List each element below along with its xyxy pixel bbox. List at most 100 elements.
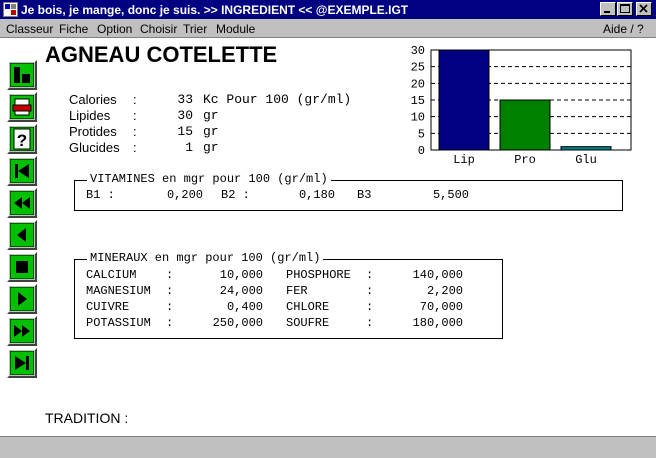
mineral-value: 180,000 [412, 316, 463, 330]
y-tick-label: 15 [411, 94, 425, 108]
x-tick-label: Lip [453, 153, 475, 167]
y-tick-label: 10 [411, 111, 425, 125]
ingredient-name: AGNEAU COTELETTE [45, 42, 278, 67]
next-button[interactable] [7, 284, 37, 314]
mineral-separator: : [166, 284, 174, 298]
vitamin-label: B3 [357, 188, 372, 202]
nutrient-value: 1 [185, 140, 193, 155]
skip-first-icon [10, 159, 34, 183]
chart-view-button[interactable] [7, 60, 37, 90]
minerals-group: MINERAUX en mgr pour 100 (gr/ml) CALCIUM… [74, 251, 503, 339]
bar [560, 146, 612, 151]
nutrient-label: Protides [69, 124, 117, 139]
menu-choisir[interactable]: Choisir [140, 22, 177, 36]
vitamin-label: B2 : [221, 188, 250, 202]
rewind-icon [10, 191, 34, 215]
mineral-value: 0,400 [226, 300, 263, 314]
mineral-value: 250,000 [212, 316, 263, 330]
mineral-separator: : [366, 300, 374, 314]
print-button[interactable] [7, 92, 37, 122]
close-button[interactable] [636, 2, 652, 16]
vitamins-group: VITAMINES en mgr pour 100 (gr/ml) B1 : 0… [74, 172, 623, 211]
vitamin-value: 0,200 [166, 188, 203, 202]
nutrient-separator: : [133, 108, 137, 123]
nutrient-unit: gr [203, 108, 219, 123]
app-icon[interactable] [3, 2, 18, 17]
mineral-separator: : [166, 268, 174, 282]
bar [438, 49, 490, 151]
macronutrient-chart: 0 5 10 15 20 25 30 Lip Pro Glu [411, 44, 632, 167]
mineral-name: PHOSPHORE [286, 268, 351, 282]
menu-trier[interactable]: Trier [183, 22, 207, 36]
menu-fiche[interactable]: Fiche [59, 22, 88, 36]
help-button[interactable]: ? [7, 124, 37, 154]
mineral-separator: : [366, 284, 374, 298]
status-bar [0, 436, 656, 458]
nutrient-separator: : [133, 140, 137, 155]
previous-button[interactable] [7, 220, 37, 250]
y-tick-label: 5 [418, 127, 425, 141]
nutrient-value: 15 [177, 124, 193, 139]
nutrient-label: Lipides [69, 108, 111, 123]
y-tick-label: 25 [411, 61, 425, 75]
mineral-value: 24,000 [219, 284, 263, 298]
mineral-separator: : [166, 316, 174, 330]
skip-last-icon [10, 351, 34, 375]
mineral-name: CUIVRE [86, 300, 130, 314]
menu-module[interactable]: Module [216, 22, 255, 36]
nutrient-label: Calories [69, 92, 117, 107]
mineral-separator: : [366, 268, 374, 282]
x-tick-label: Pro [514, 153, 536, 167]
x-tick-label: Glu [575, 153, 597, 167]
last-record-button[interactable] [7, 348, 37, 378]
fast-rewind-button[interactable] [7, 188, 37, 218]
stop-icon [10, 255, 34, 279]
mineral-value: 140,000 [412, 268, 463, 282]
previous-icon [10, 223, 34, 247]
bar-chart-icon [10, 63, 34, 87]
next-icon [10, 287, 34, 311]
mineral-value: 2,200 [426, 284, 463, 298]
vitamin-label: B1 : [86, 188, 115, 202]
nutrient-unit: gr [203, 124, 219, 139]
mineral-name: SOUFRE [286, 316, 330, 330]
fast-forward-button[interactable] [7, 316, 37, 346]
mineral-name: POTASSIUM [86, 316, 151, 330]
y-tick-label: 0 [418, 144, 425, 158]
first-record-button[interactable] [7, 156, 37, 186]
maximize-button[interactable] [617, 2, 633, 16]
window-title: Je bois, je mange, donc je suis. >> INGR… [21, 3, 409, 17]
title-bar[interactable]: Je bois, je mange, donc je suis. >> INGR… [0, 0, 656, 19]
mineral-name: MAGNESIUM [86, 284, 151, 298]
nutrient-separator: : [133, 92, 137, 107]
y-tick-label: 20 [411, 77, 425, 91]
vitamin-value: 0,180 [298, 188, 335, 202]
record-view: ? AGNEAU COTELETTE Calories : 33 Kc Pour… [0, 38, 656, 436]
nutrient-unit: Kc Pour 100 (gr/ml) [203, 92, 352, 107]
minimize-button[interactable] [600, 2, 616, 16]
printer-icon [10, 95, 34, 119]
nutrient-label: Glucides [69, 140, 120, 155]
mineral-name: FER [286, 284, 308, 298]
svg-text:?: ? [17, 131, 27, 150]
mineral-value: 70,000 [419, 300, 463, 314]
mineral-separator: : [366, 316, 374, 330]
nutrient-value: 30 [177, 108, 193, 123]
nutrient-value: 33 [177, 92, 193, 107]
menu-help[interactable]: Aide / ? [603, 22, 644, 36]
menu-option[interactable]: Option [97, 22, 132, 36]
vitamin-value: 5,500 [432, 188, 469, 202]
menu-classeur[interactable]: Classeur [6, 22, 53, 36]
tradition-label: TRADITION : [45, 410, 129, 426]
question-icon: ? [10, 127, 34, 151]
mineral-value: 10,000 [219, 268, 263, 282]
vitamins-title: VITAMINES en mgr pour 100 (gr/ml) [87, 172, 331, 186]
stop-button[interactable] [7, 252, 37, 282]
bar-chart: 0 5 10 15 20 25 30 Lip Pro Glu [411, 44, 632, 167]
fast-forward-icon [10, 319, 34, 343]
minerals-title: MINERAUX en mgr pour 100 (gr/ml) [87, 251, 324, 265]
y-tick-label: 30 [411, 44, 425, 58]
mineral-name: CALCIUM [86, 268, 137, 282]
bar [499, 99, 551, 151]
mineral-name: CHLORE [286, 300, 330, 314]
